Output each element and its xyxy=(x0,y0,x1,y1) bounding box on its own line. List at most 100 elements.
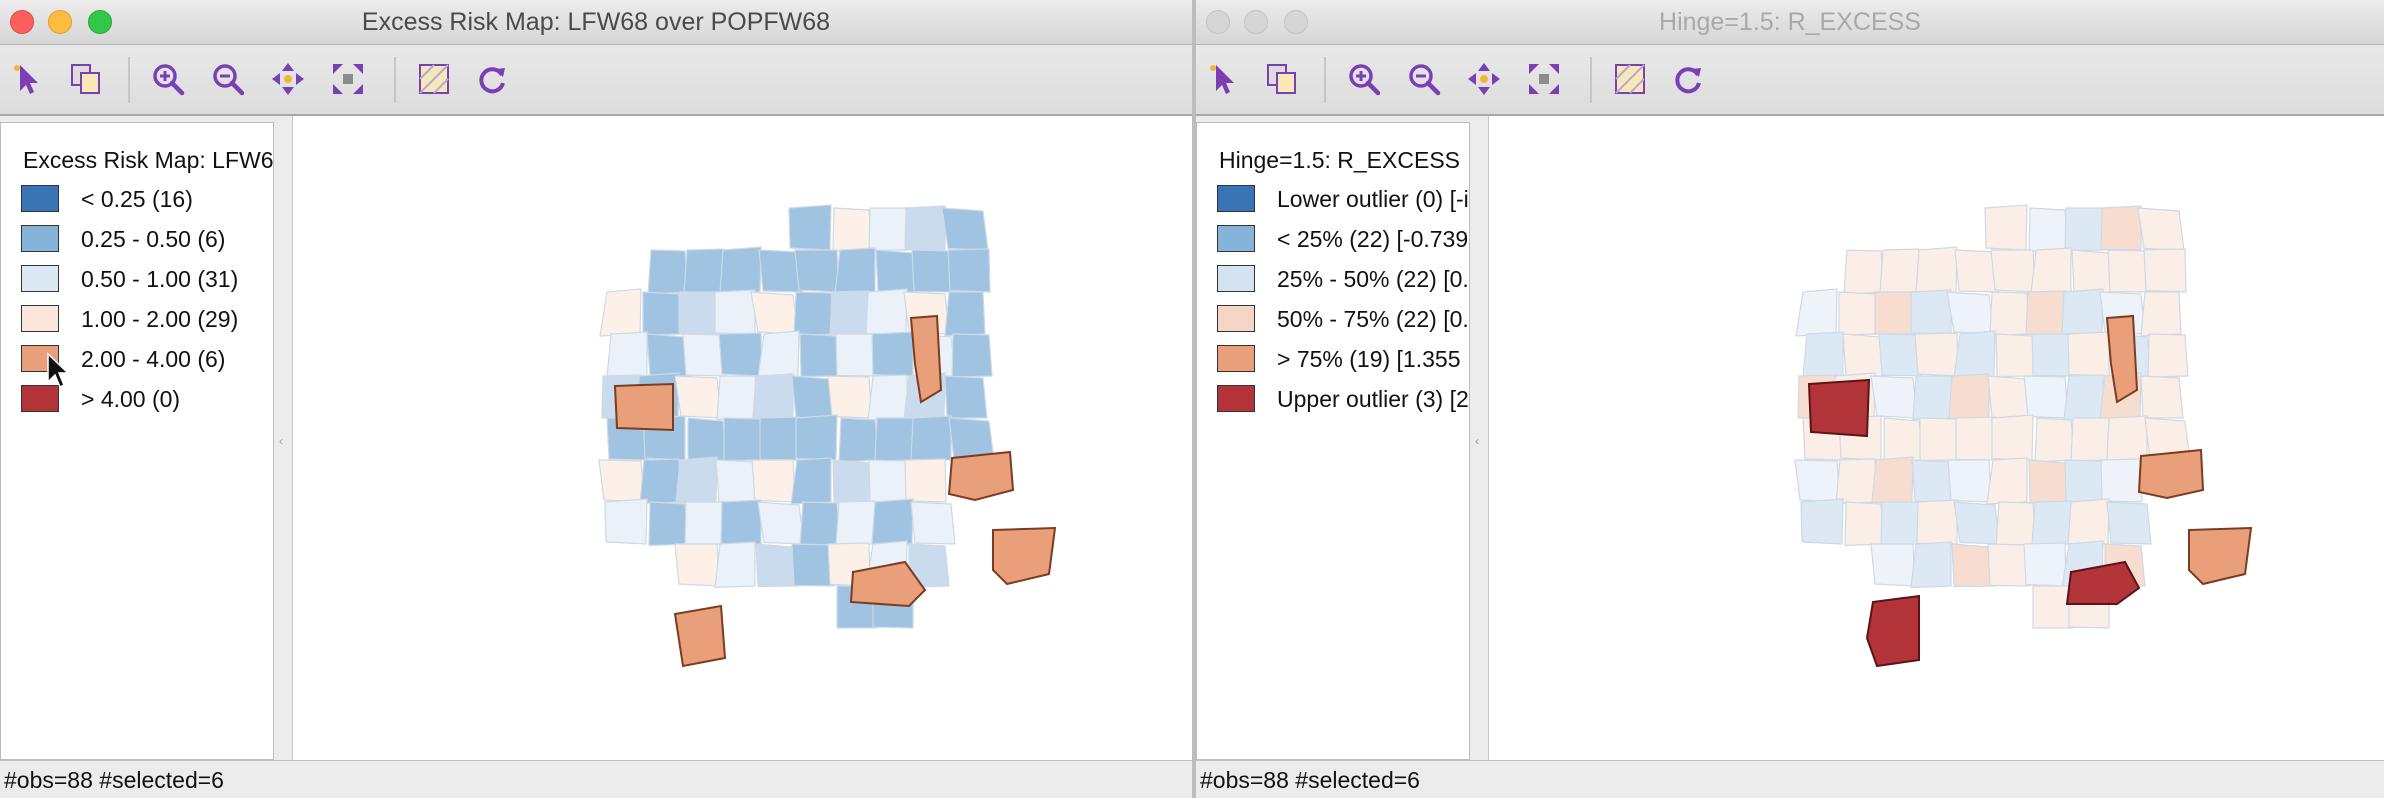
county-polygon[interactable] xyxy=(947,248,991,293)
county-polygon[interactable] xyxy=(2061,288,2104,335)
county-polygon[interactable] xyxy=(832,459,875,504)
county-polygon[interactable] xyxy=(2140,375,2184,419)
county-polygon[interactable] xyxy=(1989,291,2031,337)
county-polygon[interactable] xyxy=(1953,501,2001,545)
county-polygon[interactable] xyxy=(835,333,878,377)
county-polygon[interactable] xyxy=(2100,458,2143,503)
county-polygon[interactable] xyxy=(838,417,880,463)
county-polygon[interactable] xyxy=(639,458,681,505)
county-polygon[interactable] xyxy=(795,414,838,461)
county-polygon[interactable] xyxy=(1843,249,1885,295)
county-polygon[interactable] xyxy=(790,457,832,505)
county-polygon[interactable] xyxy=(827,375,873,419)
county-polygon[interactable] xyxy=(2025,290,2067,336)
county-polygon[interactable] xyxy=(1951,543,1995,588)
county-polygon[interactable] xyxy=(750,291,799,335)
county-polygon[interactable] xyxy=(647,249,689,295)
county-polygon[interactable] xyxy=(1953,330,1996,379)
county-polygon[interactable] xyxy=(648,501,690,547)
county-polygon[interactable] xyxy=(1870,543,1916,587)
county-polygon[interactable] xyxy=(793,291,835,337)
refresh-button[interactable] xyxy=(470,57,514,101)
copy-image-button[interactable] xyxy=(64,57,108,101)
zoom-out-button[interactable] xyxy=(1402,57,1446,101)
zoom-in-button[interactable] xyxy=(146,57,190,101)
county-polygon[interactable] xyxy=(1802,331,1844,378)
county-polygon[interactable] xyxy=(2147,333,2189,378)
county-polygon[interactable] xyxy=(1991,414,2034,461)
county-polygon[interactable] xyxy=(1800,498,1844,545)
county-polygon[interactable] xyxy=(1910,289,1952,335)
county-polygon[interactable] xyxy=(911,249,955,293)
county-polygon[interactable] xyxy=(2023,542,2067,587)
county-polygon[interactable] xyxy=(832,207,874,253)
county-polygon[interactable] xyxy=(868,207,910,252)
county-polygon[interactable] xyxy=(598,459,645,503)
county-polygon[interactable] xyxy=(865,288,908,335)
pan-button[interactable] xyxy=(1462,57,1506,101)
county-polygon[interactable] xyxy=(871,498,914,545)
county-polygon[interactable] xyxy=(678,291,720,335)
county-polygon[interactable] xyxy=(606,331,648,378)
county-polygon[interactable] xyxy=(752,373,794,420)
legend-swatch[interactable] xyxy=(21,305,59,332)
legend-swatch[interactable] xyxy=(1217,265,1255,292)
county-polygon[interactable] xyxy=(684,501,726,546)
county-polygon[interactable] xyxy=(1880,501,1922,546)
legend-swatch[interactable] xyxy=(1217,345,1255,372)
county-polygon[interactable] xyxy=(910,501,956,545)
legend-swatch[interactable] xyxy=(21,185,59,212)
county-polygon[interactable] xyxy=(1948,373,1990,420)
county-polygon[interactable] xyxy=(1916,499,1958,545)
county-polygon[interactable] xyxy=(751,459,796,503)
county-polygon[interactable] xyxy=(1984,204,2028,251)
county-polygon[interactable] xyxy=(716,375,758,421)
county-polygon[interactable] xyxy=(1914,332,1959,377)
county-polygon[interactable] xyxy=(1794,459,1841,503)
county-polygon[interactable] xyxy=(2034,417,2076,463)
pan-button[interactable] xyxy=(266,57,310,101)
county-polygon[interactable] xyxy=(2137,207,2185,251)
county-polygon[interactable] xyxy=(1995,333,2038,378)
outlier-county[interactable] xyxy=(1807,378,1871,438)
right-legend-panel[interactable]: Hinge=1.5: R_EXCESS Lower outlier (0) [-… xyxy=(1196,122,1470,760)
county-polygon[interactable] xyxy=(875,249,919,294)
county-polygon[interactable] xyxy=(1874,291,1916,335)
county-polygon[interactable] xyxy=(799,501,841,547)
fit-extent-button[interactable] xyxy=(1522,57,1566,101)
legend-swatch[interactable] xyxy=(1217,225,1255,252)
county-polygon[interactable] xyxy=(1919,417,1961,462)
county-polygon[interactable] xyxy=(941,207,989,251)
county-polygon[interactable] xyxy=(2140,291,2182,337)
county-polygon[interactable] xyxy=(1844,501,1886,547)
legend-swatch[interactable] xyxy=(1217,185,1255,212)
county-polygon[interactable] xyxy=(794,249,840,293)
left-panel-splitter[interactable]: ‹ xyxy=(276,122,286,758)
county-polygon[interactable] xyxy=(829,290,871,336)
county-polygon[interactable] xyxy=(2030,247,2072,295)
county-polygon[interactable] xyxy=(757,330,800,379)
county-polygon[interactable] xyxy=(2107,249,2151,293)
county-polygon[interactable] xyxy=(719,246,762,293)
county-polygon[interactable] xyxy=(1835,458,1877,505)
select-pointer-button[interactable] xyxy=(1202,57,1246,101)
county-polygon[interactable] xyxy=(1879,248,1921,294)
county-polygon[interactable] xyxy=(2031,333,2074,377)
selected-county[interactable] xyxy=(992,526,1057,586)
fit-extent-button[interactable] xyxy=(326,57,370,101)
county-polygon[interactable] xyxy=(1947,459,1992,503)
selection-shape-button[interactable] xyxy=(1608,57,1652,101)
county-polygon[interactable] xyxy=(788,204,832,251)
county-polygon[interactable] xyxy=(1987,543,2031,587)
outlier-county[interactable] xyxy=(1865,594,1920,668)
county-polygon[interactable] xyxy=(2106,501,2152,545)
county-polygon[interactable] xyxy=(1946,291,1995,335)
left-ohio-map[interactable] xyxy=(293,116,1192,760)
county-polygon[interactable] xyxy=(2071,249,2115,294)
county-polygon[interactable] xyxy=(1838,291,1880,336)
county-polygon[interactable] xyxy=(2064,207,2106,252)
legend-swatch[interactable] xyxy=(1217,385,1255,412)
selected-county[interactable] xyxy=(2188,526,2253,586)
county-polygon[interactable] xyxy=(683,248,725,294)
county-polygon[interactable] xyxy=(2023,375,2069,419)
